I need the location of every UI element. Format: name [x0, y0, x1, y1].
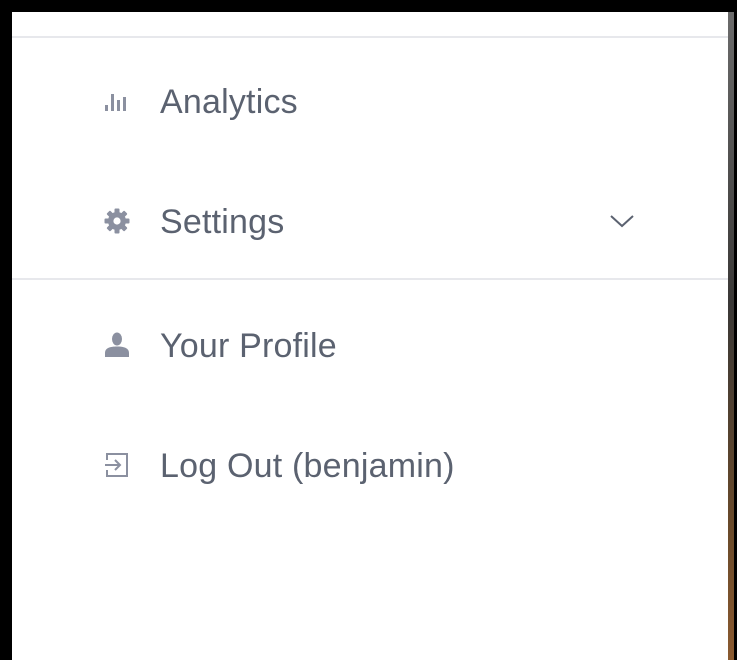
background-edge: [728, 12, 734, 660]
user-icon: [105, 332, 129, 357]
menu-item-log-out[interactable]: Log Out (benjamin): [12, 424, 728, 504]
menu-item-label: Your Profile: [160, 327, 337, 365]
menu-item-your-profile[interactable]: Your Profile: [12, 304, 728, 384]
dropdown-menu-panel: Analytics Settings Your Profile Log Out …: [12, 12, 734, 660]
logout-icon: [105, 453, 128, 477]
menu-item-label: Analytics: [160, 83, 298, 121]
bar-chart-icon: [105, 94, 126, 111]
menu-divider-middle: [12, 278, 728, 280]
gear-icon: [104, 208, 130, 234]
chevron-down-icon[interactable]: [608, 212, 636, 230]
menu-item-analytics[interactable]: Analytics: [12, 60, 728, 140]
menu-item-settings[interactable]: Settings: [12, 180, 728, 260]
menu-item-label: Settings: [160, 203, 285, 241]
menu-divider-top: [12, 36, 728, 38]
menu-item-label: Log Out (benjamin): [160, 447, 455, 485]
